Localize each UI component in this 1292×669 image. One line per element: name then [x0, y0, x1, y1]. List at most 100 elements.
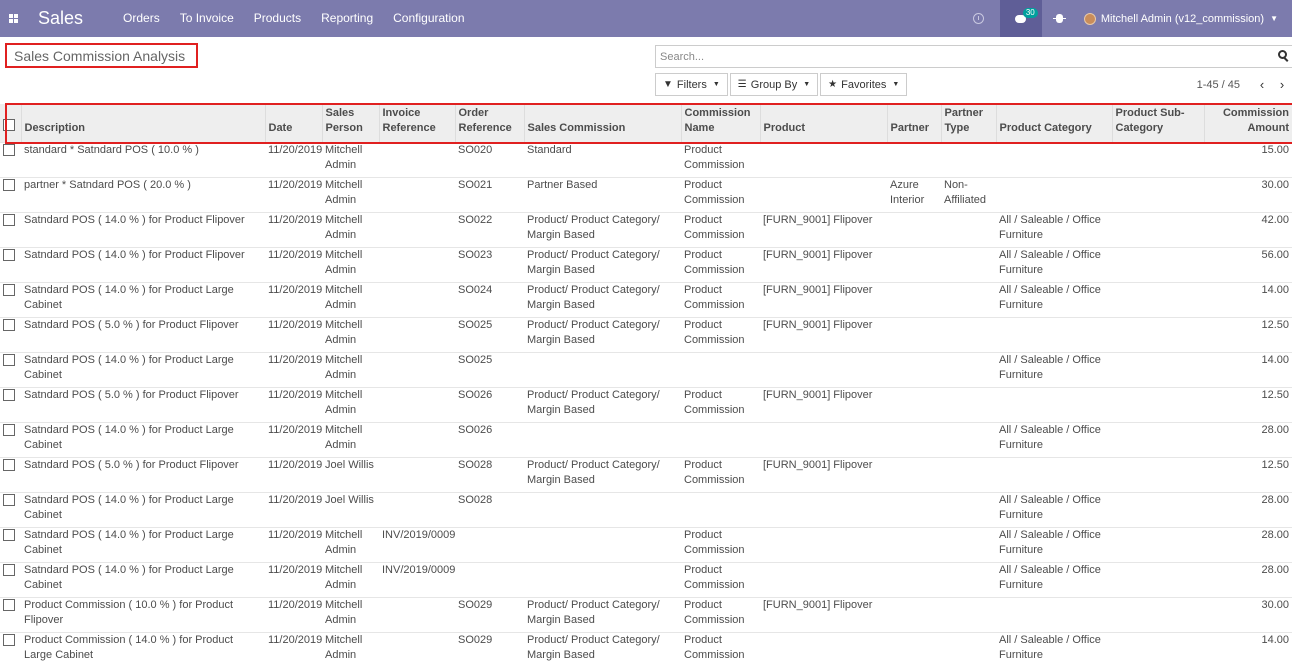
cell-product-sub-category: [1112, 596, 1204, 632]
table-row[interactable]: Satndard POS ( 14.0 % ) for Product Larg…: [0, 351, 1292, 387]
column-product-sub-category[interactable]: Product Sub-Category: [1111, 104, 1204, 142]
table-row[interactable]: Product Commission ( 10.0 % ) for Produc…: [0, 596, 1292, 632]
cell-partner-type: [941, 246, 996, 282]
row-checkbox[interactable]: [3, 143, 15, 156]
cell-order-reference: [455, 526, 524, 562]
cell-partner: [887, 386, 941, 422]
row-checkbox[interactable]: [3, 248, 15, 261]
cell-sales-person: Joel Willis: [322, 456, 379, 492]
row-checkbox[interactable]: [3, 633, 15, 646]
row-checkbox[interactable]: [3, 283, 15, 296]
search-input[interactable]: [656, 46, 1292, 67]
menu-item-configuration[interactable]: Configuration: [383, 0, 474, 37]
cell-product: [760, 141, 887, 177]
cell-commission-name: [681, 351, 760, 387]
table-row[interactable]: Satndard POS ( 14.0 % ) for Product Larg…: [0, 561, 1292, 597]
row-checkbox-cell: [0, 631, 21, 667]
menu-item-to-invoice[interactable]: To Invoice: [170, 0, 244, 37]
column-commission-amount[interactable]: Commission Amount: [1203, 104, 1292, 142]
column-commission-name[interactable]: Commission Name: [680, 104, 760, 142]
cell-product-category: All / Saleable / Office Furniture: [996, 211, 1112, 247]
cell-order-reference: SO028: [455, 491, 524, 527]
table-row[interactable]: standard * Satndard POS ( 10.0 % ) 11/20/…: [0, 141, 1292, 177]
menu-item-products[interactable]: Products: [244, 0, 311, 37]
row-checkbox[interactable]: [3, 178, 15, 191]
table-row[interactable]: Satndard POS ( 5.0 % ) for Product Flipo…: [0, 316, 1292, 352]
cell-commission-name: Product Commission: [681, 281, 760, 317]
column-partner-type[interactable]: Partner Type: [940, 104, 996, 142]
column-product[interactable]: Product: [759, 104, 887, 142]
menu-item-orders[interactable]: Orders: [113, 0, 170, 37]
column-date[interactable]: Date: [264, 104, 322, 142]
cell-invoice-reference: [379, 386, 455, 422]
activity-clock-icon[interactable]: [958, 0, 1000, 37]
groupby-button[interactable]: ☰ Group By ▼: [729, 73, 819, 96]
column-description[interactable]: Description: [20, 104, 265, 142]
menu-item-reporting[interactable]: Reporting: [311, 0, 383, 37]
cell-sales-commission: Product/ Product Category/ Margin Based: [524, 211, 681, 247]
row-checkbox[interactable]: [3, 353, 15, 366]
cell-date: 11/20/2019: [265, 596, 322, 632]
chevron-left-icon[interactable]: ‹: [1252, 77, 1272, 92]
table-row[interactable]: Satndard POS ( 14.0 % ) for Product Flip…: [0, 246, 1292, 282]
row-checkbox[interactable]: [3, 423, 15, 436]
table-row[interactable]: Product Commission ( 14.0 % ) for Produc…: [0, 631, 1292, 667]
cell-date: 11/20/2019: [265, 351, 322, 387]
column-partner[interactable]: Partner: [886, 104, 941, 142]
column-product-category[interactable]: Product Category: [995, 104, 1112, 142]
cell-partner: [887, 141, 941, 177]
pager: 1-45 / 45 ‹ ›: [1197, 73, 1292, 96]
table-row[interactable]: partner * Satndard POS ( 20.0 % ) 11/20/2…: [0, 176, 1292, 212]
cell-sales-person: Mitchell Admin: [322, 386, 379, 422]
pager-value[interactable]: 1-45 / 45: [1197, 79, 1240, 91]
column-invoice-reference[interactable]: Invoice Reference: [378, 104, 455, 142]
cell-invoice-reference: [379, 491, 455, 527]
cell-commission-name: Product Commission: [681, 316, 760, 352]
cell-sales-person: Mitchell Admin: [322, 211, 379, 247]
filters-label: Filters: [676, 78, 707, 91]
search-icon[interactable]: [1278, 50, 1290, 62]
cell-product-category: [996, 141, 1112, 177]
row-checkbox[interactable]: [3, 458, 15, 471]
row-checkbox[interactable]: [3, 493, 15, 506]
row-checkbox-cell: [0, 176, 21, 212]
cell-commission-amount: 14.00: [1204, 351, 1292, 387]
cell-partner: [887, 246, 941, 282]
table-row[interactable]: Satndard POS ( 5.0 % ) for Product Flipo…: [0, 386, 1292, 422]
favorites-button[interactable]: ★ Favorites ▼: [820, 73, 908, 96]
cell-order-reference: SO029: [455, 631, 524, 667]
cell-order-reference: SO023: [455, 246, 524, 282]
cell-description: Satndard POS ( 14.0 % ) for Product Flip…: [21, 211, 265, 247]
apps-menu-icon[interactable]: [0, 0, 26, 37]
row-checkbox-cell: [0, 211, 21, 247]
chevron-right-icon[interactable]: ›: [1272, 77, 1292, 92]
messages-icon[interactable]: 30: [999, 0, 1042, 37]
table-row[interactable]: Satndard POS ( 5.0 % ) for Product Flipo…: [0, 456, 1292, 492]
column-sales-person[interactable]: Sales Person: [321, 104, 379, 142]
app-brand[interactable]: Sales: [38, 8, 83, 29]
table-row[interactable]: Satndard POS ( 14.0 % ) for Product Larg…: [0, 421, 1292, 457]
filters-button[interactable]: ▼ Filters ▼: [655, 73, 728, 96]
row-checkbox-cell: [0, 561, 21, 597]
table-row[interactable]: Satndard POS ( 14.0 % ) for Product Larg…: [0, 281, 1292, 317]
row-checkbox[interactable]: [3, 598, 15, 611]
row-checkbox[interactable]: [3, 213, 15, 226]
cell-partner: [887, 316, 941, 352]
cell-sales-person: Mitchell Admin: [322, 281, 379, 317]
table-row[interactable]: Satndard POS ( 14.0 % ) for Product Larg…: [0, 526, 1292, 562]
table-row[interactable]: Satndard POS ( 14.0 % ) for Product Flip…: [0, 211, 1292, 247]
cell-order-reference: SO024: [455, 281, 524, 317]
row-checkbox[interactable]: [3, 318, 15, 331]
debug-bug-icon[interactable]: [1042, 0, 1078, 37]
row-checkbox[interactable]: [3, 528, 15, 541]
cell-sales-person: Mitchell Admin: [322, 141, 379, 177]
select-all-checkbox[interactable]: [3, 118, 15, 131]
column-order-reference[interactable]: Order Reference: [454, 104, 524, 142]
table-row[interactable]: Satndard POS ( 14.0 % ) for Product Larg…: [0, 491, 1292, 527]
column-sales-commission[interactable]: Sales Commission: [523, 104, 681, 142]
user-menu[interactable]: Mitchell Admin (v12_commission) ▼: [1078, 12, 1292, 25]
row-checkbox-cell: [0, 141, 21, 177]
row-checkbox[interactable]: [3, 563, 15, 576]
cell-description: Satndard POS ( 14.0 % ) for Product Larg…: [21, 526, 265, 562]
row-checkbox[interactable]: [3, 388, 15, 401]
